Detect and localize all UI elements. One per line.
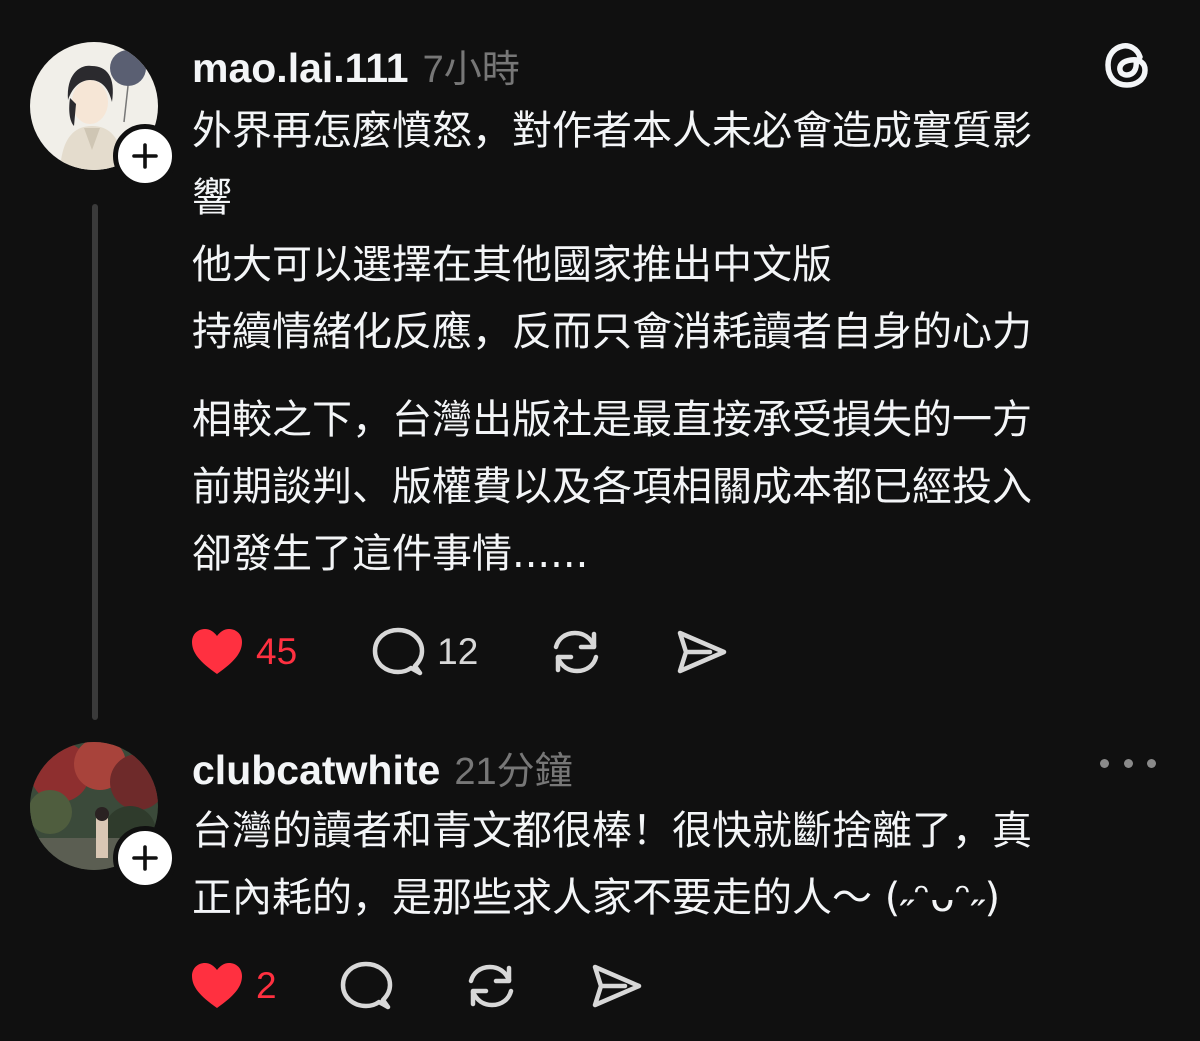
like-button[interactable]: 2 [190, 961, 277, 1011]
repost-button[interactable] [463, 958, 519, 1014]
plus-icon [132, 845, 158, 871]
send-icon [592, 964, 641, 1008]
heart-icon [192, 963, 242, 1008]
post-clubcatwhite: clubcatwhite 21分鐘 台灣的讀者和青文都很棒！很快就斷捨離了，真 … [0, 0, 1200, 1041]
action-bar: 2 [190, 956, 643, 1016]
username[interactable]: clubcatwhite [192, 747, 440, 794]
follow-button[interactable] [113, 826, 177, 890]
timestamp: 21分鐘 [454, 751, 573, 793]
like-count: 2 [256, 965, 277, 1006]
share-button[interactable] [589, 961, 643, 1011]
reply-button[interactable] [339, 959, 393, 1013]
post-body: 台灣的讀者和青文都很棒！很快就斷捨離了，真 正內耗的，是那些求人家不要走的人～ … [192, 798, 1152, 932]
body-line: 正內耗的，是那些求人家不要走的人～ (˶ᵔᴗᵔ˶) [192, 875, 1001, 921]
post-header: clubcatwhite 21分鐘 [192, 740, 573, 795]
repost-icon [468, 964, 513, 1008]
more-dots-icon[interactable] [1100, 748, 1156, 778]
comment-bubble-icon [340, 961, 392, 1010]
body-line: 台灣的讀者和青文都很棒！很快就斷捨離了，真 [192, 808, 1032, 854]
